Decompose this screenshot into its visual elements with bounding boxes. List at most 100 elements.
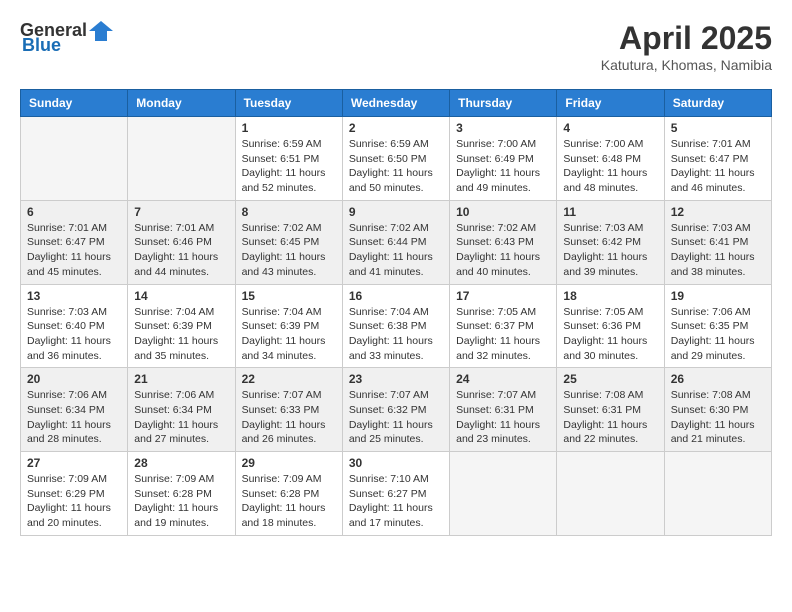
calendar-cell: 15Sunrise: 7:04 AMSunset: 6:39 PMDayligh… xyxy=(235,284,342,368)
calendar-cell xyxy=(128,117,235,201)
day-info: Sunrise: 7:08 AMSunset: 6:31 PMDaylight:… xyxy=(563,388,657,447)
day-number: 10 xyxy=(456,205,550,219)
day-number: 27 xyxy=(27,456,121,470)
calendar-cell: 20Sunrise: 7:06 AMSunset: 6:34 PMDayligh… xyxy=(21,368,128,452)
day-info: Sunrise: 7:06 AMSunset: 6:35 PMDaylight:… xyxy=(671,305,765,364)
calendar-cell: 23 Sunrise: 7:07 AMSunset: 6:32 PMDayligh… xyxy=(342,368,449,452)
header-saturday: Saturday xyxy=(664,90,771,117)
day-info: Sunrise: 7:08 AMSunset: 6:30 PMDaylight:… xyxy=(671,388,765,447)
day-info: Sunrise: 7:00 AMSunset: 6:48 PMDaylight:… xyxy=(563,137,657,196)
day-number: 26 xyxy=(671,372,765,386)
calendar-cell: 28Sunrise: 7:09 AMSunset: 6:28 PMDayligh… xyxy=(128,452,235,536)
calendar-cell: 18 Sunrise: 7:05 AMSunset: 6:36 PMDayligh… xyxy=(557,284,664,368)
calendar-cell: 10 Sunrise: 7:02 AMSunset: 6:43 PMDayligh… xyxy=(450,200,557,284)
calendar-cell xyxy=(557,452,664,536)
calendar-cell: 27Sunrise: 7:09 AMSunset: 6:29 PMDayligh… xyxy=(21,452,128,536)
logo-blue-text: Blue xyxy=(22,35,61,56)
calendar-cell: 17 Sunrise: 7:05 AMSunset: 6:37 PMDayligh… xyxy=(450,284,557,368)
calendar-cell: 9Sunrise: 7:02 AMSunset: 6:44 PMDaylight… xyxy=(342,200,449,284)
header-sunday: Sunday xyxy=(21,90,128,117)
day-info: Sunrise: 7:05 AMSunset: 6:37 PMDaylight:… xyxy=(456,305,550,364)
calendar-cell xyxy=(664,452,771,536)
calendar-cell: 21 Sunrise: 7:06 AMSunset: 6:34 PMDayligh… xyxy=(128,368,235,452)
week-row-5: 27Sunrise: 7:09 AMSunset: 6:29 PMDayligh… xyxy=(21,452,772,536)
day-number: 4 xyxy=(563,121,657,135)
calendar-cell: 19 Sunrise: 7:06 AMSunset: 6:35 PMDayligh… xyxy=(664,284,771,368)
calendar-cell: 30Sunrise: 7:10 AMSunset: 6:27 PMDayligh… xyxy=(342,452,449,536)
day-number: 19 xyxy=(671,289,765,303)
header-wednesday: Wednesday xyxy=(342,90,449,117)
title-section: April 2025 Katutura, Khomas, Namibia xyxy=(601,20,772,73)
week-row-2: 6 Sunrise: 7:01 AMSunset: 6:47 PMDaylight… xyxy=(21,200,772,284)
day-info: Sunrise: 7:01 AMSunset: 6:46 PMDaylight:… xyxy=(134,221,228,280)
calendar-cell: 8 Sunrise: 7:02 AMSunset: 6:45 PMDaylight… xyxy=(235,200,342,284)
calendar-cell xyxy=(21,117,128,201)
header-friday: Friday xyxy=(557,90,664,117)
day-number: 11 xyxy=(563,205,657,219)
calendar-cell: 26 Sunrise: 7:08 AMSunset: 6:30 PMDayligh… xyxy=(664,368,771,452)
header-tuesday: Tuesday xyxy=(235,90,342,117)
calendar-cell: 24 Sunrise: 7:07 AMSunset: 6:31 PMDayligh… xyxy=(450,368,557,452)
calendar-cell: 5Sunrise: 7:01 AMSunset: 6:47 PMDaylight… xyxy=(664,117,771,201)
day-number: 3 xyxy=(456,121,550,135)
calendar-cell: 1 Sunrise: 6:59 AMSunset: 6:51 PMDaylight… xyxy=(235,117,342,201)
calendar-cell: 2 Sunrise: 6:59 AMSunset: 6:50 PMDaylight… xyxy=(342,117,449,201)
day-number: 14 xyxy=(134,289,228,303)
day-info: Sunrise: 7:07 AMSunset: 6:32 PMDaylight:… xyxy=(349,388,443,447)
day-number: 6 xyxy=(27,205,121,219)
calendar-cell: 14 Sunrise: 7:04 AMSunset: 6:39 PMDayligh… xyxy=(128,284,235,368)
day-info: Sunrise: 7:00 AMSunset: 6:49 PMDaylight:… xyxy=(456,137,550,196)
header-thursday: Thursday xyxy=(450,90,557,117)
day-number: 21 xyxy=(134,372,228,386)
day-info: Sunrise: 7:02 AMSunset: 6:45 PMDaylight:… xyxy=(242,221,336,280)
day-number: 18 xyxy=(563,289,657,303)
calendar-cell: 29Sunrise: 7:09 AMSunset: 6:28 PMDayligh… xyxy=(235,452,342,536)
day-info: Sunrise: 7:02 AMSunset: 6:44 PMDaylight:… xyxy=(349,221,443,280)
week-row-4: 20 Sunrise: 7:06 AMSunset: 6:34 PMDayligh… xyxy=(21,368,772,452)
day-info: Sunrise: 7:04 AMSunset: 6:38 PMDaylight:… xyxy=(349,305,443,364)
day-number: 17 xyxy=(456,289,550,303)
calendar-cell: 7 Sunrise: 7:01 AMSunset: 6:46 PMDaylight… xyxy=(128,200,235,284)
calendar-table: Sunday Monday Tuesday Wednesday Thursday… xyxy=(20,89,772,536)
day-info: Sunrise: 6:59 AMSunset: 6:51 PMDaylight:… xyxy=(242,137,336,196)
logo: General Blue xyxy=(20,20,115,56)
calendar-cell: 16 Sunrise: 7:04 AMSunset: 6:38 PMDayligh… xyxy=(342,284,449,368)
calendar-cell: 13 Sunrise: 7:03 AMSunset: 6:40 PMDayligh… xyxy=(21,284,128,368)
location-subtitle: Katutura, Khomas, Namibia xyxy=(601,57,772,73)
calendar-cell: 4 Sunrise: 7:00 AMSunset: 6:48 PMDaylight… xyxy=(557,117,664,201)
day-number: 7 xyxy=(134,205,228,219)
day-number: 2 xyxy=(349,121,443,135)
day-info: Sunrise: 7:05 AMSunset: 6:36 PMDaylight:… xyxy=(563,305,657,364)
day-number: 22 xyxy=(242,372,336,386)
day-info: Sunrise: 7:04 AMSunset: 6:39 PMDaylight:… xyxy=(134,305,228,364)
day-number: 20 xyxy=(27,372,121,386)
day-info: Sunrise: 7:04 AMSunset: 6:39 PMDaylight:… xyxy=(242,305,336,364)
day-number: 8 xyxy=(242,205,336,219)
day-info: Sunrise: 7:01 AMSunset: 6:47 PMDaylight:… xyxy=(27,221,121,280)
day-info: Sunrise: 7:06 AMSunset: 6:34 PMDaylight:… xyxy=(134,388,228,447)
day-number: 23 xyxy=(349,372,443,386)
day-number: 25 xyxy=(563,372,657,386)
day-info: Sunrise: 7:03 AMSunset: 6:41 PMDaylight:… xyxy=(671,221,765,280)
calendar-cell: 25 Sunrise: 7:08 AMSunset: 6:31 PMDayligh… xyxy=(557,368,664,452)
header-monday: Monday xyxy=(128,90,235,117)
day-number: 1 xyxy=(242,121,336,135)
calendar-cell xyxy=(450,452,557,536)
week-row-1: 1 Sunrise: 6:59 AMSunset: 6:51 PMDaylight… xyxy=(21,117,772,201)
day-number: 28 xyxy=(134,456,228,470)
day-info: Sunrise: 7:09 AMSunset: 6:28 PMDaylight:… xyxy=(242,472,336,531)
day-info: Sunrise: 7:02 AMSunset: 6:43 PMDaylight:… xyxy=(456,221,550,280)
day-info: Sunrise: 7:07 AMSunset: 6:31 PMDaylight:… xyxy=(456,388,550,447)
page-header: General Blue April 2025 Katutura, Khomas… xyxy=(20,20,772,73)
day-number: 16 xyxy=(349,289,443,303)
day-number: 12 xyxy=(671,205,765,219)
day-info: Sunrise: 7:03 AMSunset: 6:40 PMDaylight:… xyxy=(27,305,121,364)
calendar-header-row: Sunday Monday Tuesday Wednesday Thursday… xyxy=(21,90,772,117)
day-number: 24 xyxy=(456,372,550,386)
calendar-cell: 11Sunrise: 7:03 AMSunset: 6:42 PMDayligh… xyxy=(557,200,664,284)
day-number: 13 xyxy=(27,289,121,303)
calendar-cell: 3 Sunrise: 7:00 AMSunset: 6:49 PMDaylight… xyxy=(450,117,557,201)
month-title: April 2025 xyxy=(601,20,772,57)
day-info: Sunrise: 7:07 AMSunset: 6:33 PMDaylight:… xyxy=(242,388,336,447)
day-info: Sunrise: 6:59 AMSunset: 6:50 PMDaylight:… xyxy=(349,137,443,196)
